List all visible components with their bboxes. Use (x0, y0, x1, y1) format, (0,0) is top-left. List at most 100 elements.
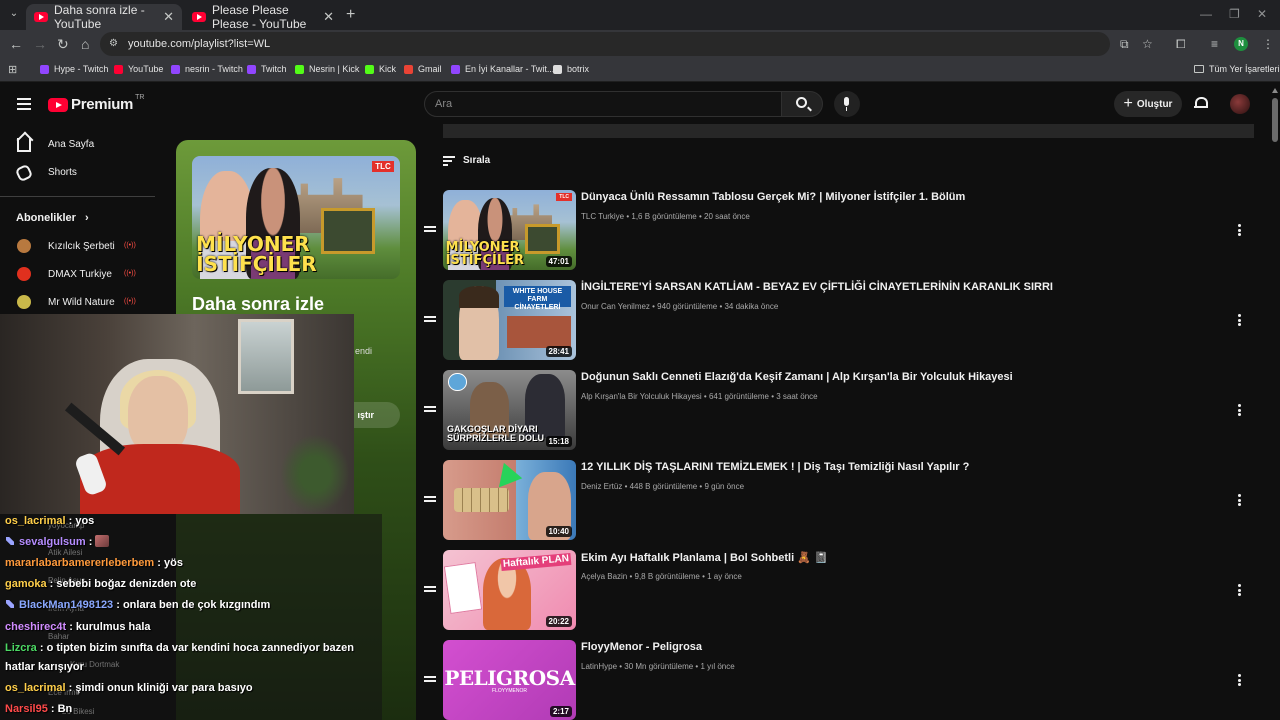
sidebar-item-shorts[interactable]: Shorts (0, 159, 170, 187)
reload-icon[interactable]: ↻ (57, 36, 69, 52)
video-title[interactable]: 12 YILLIK DİŞ TAŞLARINI TEMİZLEMEK ! | D… (581, 461, 969, 473)
drag-handle-icon[interactable] (424, 496, 436, 502)
search-icon (796, 97, 807, 108)
bookmark-item[interactable]: YouTube (114, 64, 163, 74)
chat-text: hatlar karışıyor (5, 661, 84, 673)
bookmark-item[interactable]: nesrin - Twitch (171, 64, 243, 74)
chat-emote-icon (95, 535, 110, 547)
more-actions-icon[interactable] (1238, 224, 1242, 236)
site-info-icon[interactable]: ⚙ (109, 38, 121, 50)
sidebar-item-home[interactable]: Ana Sayfa (0, 131, 170, 159)
browser-menu-icon[interactable]: ⋮ (1262, 37, 1274, 51)
logo-country-code: TR (135, 94, 145, 101)
video-meta: LatinHype • 30 Mn görüntüleme • 1 yıl ön… (581, 662, 735, 671)
account-avatar[interactable] (1230, 94, 1250, 114)
voice-search-icon[interactable] (834, 91, 860, 117)
bookmark-item[interactable]: Gmail (404, 64, 442, 74)
bookmark-favicon-icon (247, 64, 256, 74)
search-input[interactable]: Ara (424, 91, 782, 117)
subscription-item[interactable]: Mr Wild Nature ((•)) (0, 288, 150, 316)
close-window-icon[interactable]: ✕ (1257, 7, 1267, 21)
thumbnail-caption: MİLYONER İSTİFÇİLER (196, 232, 317, 277)
video-title[interactable]: Dünyaca Ünlü Ressamın Tablosu Gerçek Mi?… (581, 191, 965, 203)
chat-message: cheshirec4t : kurulmus hala (5, 620, 151, 634)
playlist-video-row[interactable]: TLC MİLYONER İSTİFÇİLER 47:01 Dünyaca Ünlü … (420, 190, 1260, 270)
extensions-icon[interactable]: ⧠ (1176, 37, 1186, 51)
playlist-cover-thumbnail[interactable]: TLC MİLYONER İSTİFÇİLER (192, 156, 400, 279)
more-actions-icon[interactable] (1238, 584, 1242, 596)
bookmark-item[interactable]: Hype - Twitch (40, 64, 108, 74)
chat-text: : yos (65, 515, 95, 527)
guide-menu-icon[interactable] (17, 98, 31, 110)
more-actions-icon[interactable] (1238, 314, 1242, 326)
drag-handle-icon[interactable] (424, 676, 436, 682)
playlist-video-row[interactable]: Haftalık PLAN 20:22 Ekim Ayı Haftalık Plan… (420, 550, 1260, 630)
tab-search-chevron-icon[interactable]: ⌄ (6, 6, 22, 22)
playlist-video-row[interactable]: 10:40 12 YILLIK DİŞ TAŞLARINI TEMİZLEMEK … (420, 460, 1260, 540)
tab-daha-sonra-izle[interactable]: Daha sonra izle - YouTube ✕ (26, 3, 182, 31)
all-bookmarks-folder[interactable]: Tüm Yer İşaretleri (1194, 64, 1280, 74)
forward-arrow-icon[interactable]: → (33, 36, 47, 52)
search-button[interactable] (781, 91, 823, 117)
sort-button[interactable]: Sırala (443, 155, 490, 166)
drag-handle-icon[interactable] (424, 226, 436, 232)
video-thumbnail[interactable]: GAKGOŞLAR DİYARI SÜRPRİZLERLE DOLU 15:18 (443, 370, 576, 450)
tab-please-please-please[interactable]: Please Please Please - YouTube ✕ (184, 3, 342, 31)
playlist-video-row[interactable]: GAKGOŞLAR DİYARI SÜRPRİZLERLE DOLU 15:18 D… (420, 370, 1260, 450)
video-thumbnail[interactable]: WHITE HOUSE FARM CİNAYETLERİ 28:41 (443, 280, 576, 360)
drag-handle-icon[interactable] (424, 586, 436, 592)
browser-toolbar: ← → ↻ ⌂ ⚙ youtube.com/playlist?list=WL ⧉… (0, 30, 1280, 58)
sidebar-item-label: Shorts (48, 167, 77, 178)
bookmark-favicon-icon (451, 64, 460, 74)
video-thumbnail[interactable]: Haftalık PLAN 20:22 (443, 550, 576, 630)
restore-icon[interactable]: ❐ (1229, 7, 1240, 21)
subscription-item[interactable]: Kızılcık Şerbeti ((•)) (0, 232, 150, 260)
apps-grid-icon[interactable]: ⊞ (8, 63, 17, 76)
subscriptions-header[interactable]: Abonelikler › (16, 212, 89, 224)
chat-username: os_lacrimal (5, 682, 66, 694)
bookmark-item[interactable]: En İyi Kanallar - Twit... (451, 64, 554, 74)
bookmark-item[interactable]: Kick (365, 64, 396, 74)
video-title[interactable]: FloyyMenor - Peligrosa (581, 641, 702, 653)
profile-avatar[interactable]: N (1234, 37, 1248, 51)
media-control-icon[interactable]: ≡ (1211, 37, 1218, 51)
scroll-up-arrow-icon[interactable] (1272, 88, 1278, 93)
playlist-video-row[interactable]: WHITE HOUSE FARM CİNAYETLERİ 28:41 İNGİLTE… (420, 280, 1260, 360)
bookmark-item[interactable]: botrix (553, 64, 589, 74)
bookmark-item[interactable]: Twitch (247, 64, 287, 74)
drag-handle-icon[interactable] (424, 316, 436, 322)
chat-username: cheshirec4t (5, 621, 67, 633)
playlist-top-strip (443, 124, 1254, 138)
video-title[interactable]: Doğunun Saklı Cenneti Elazığ'da Keşif Za… (581, 371, 1013, 383)
tab-title: Daha sonra izle - YouTube (54, 3, 145, 31)
tab-close-icon[interactable]: ✕ (163, 9, 174, 25)
notifications-bell-icon[interactable] (1194, 96, 1208, 110)
playlist-video-row[interactable]: PELIGROSA FLOYYMENOR 2:17 FloyyMenor - Peli… (420, 640, 1260, 720)
bookmark-item[interactable]: Nesrin | Kick (295, 64, 359, 74)
bookmark-star-icon[interactable]: ☆ (1142, 37, 1153, 51)
tab-close-icon[interactable]: ✕ (323, 9, 334, 25)
subscription-item[interactable]: DMAX Turkiye ((•)) (0, 260, 150, 288)
video-title[interactable]: İNGİLTERE'Yİ SARSAN KATLİAM - BEYAZ EV Ç… (581, 281, 1053, 293)
minimize-icon[interactable]: — (1200, 7, 1212, 21)
more-actions-icon[interactable] (1238, 494, 1242, 506)
video-thumbnail[interactable]: TLC MİLYONER İSTİFÇİLER 47:01 (443, 190, 576, 270)
install-app-icon[interactable]: ⧉ (1120, 37, 1129, 51)
sidebar-item-label: Ana Sayfa (48, 139, 95, 150)
video-thumbnail[interactable]: 10:40 (443, 460, 576, 540)
more-actions-icon[interactable] (1238, 404, 1242, 416)
back-arrow-icon[interactable]: ← (9, 36, 23, 52)
video-thumbnail[interactable]: PELIGROSA FLOYYMENOR 2:17 (443, 640, 576, 720)
video-title[interactable]: Ekim Ayı Haftalık Planlama | Bol Sohbetl… (581, 551, 828, 564)
new-tab-button[interactable]: + (346, 6, 355, 24)
tlc-badge: TLC (372, 160, 394, 172)
create-button[interactable]: + Oluştur (1114, 91, 1182, 117)
video-meta: Açelya Bazin • 9,8 B görüntüleme • 1 ay … (581, 572, 742, 581)
address-bar[interactable]: ⚙ youtube.com/playlist?list=WL (100, 32, 1110, 56)
drag-handle-icon[interactable] (424, 406, 436, 412)
page-scrollbar[interactable] (1270, 84, 1280, 720)
youtube-premium-logo[interactable]: Premium TR (48, 94, 145, 113)
home-button-icon[interactable]: ⌂ (81, 36, 89, 52)
more-actions-icon[interactable] (1238, 674, 1242, 686)
scrollbar-thumb[interactable] (1272, 98, 1278, 142)
